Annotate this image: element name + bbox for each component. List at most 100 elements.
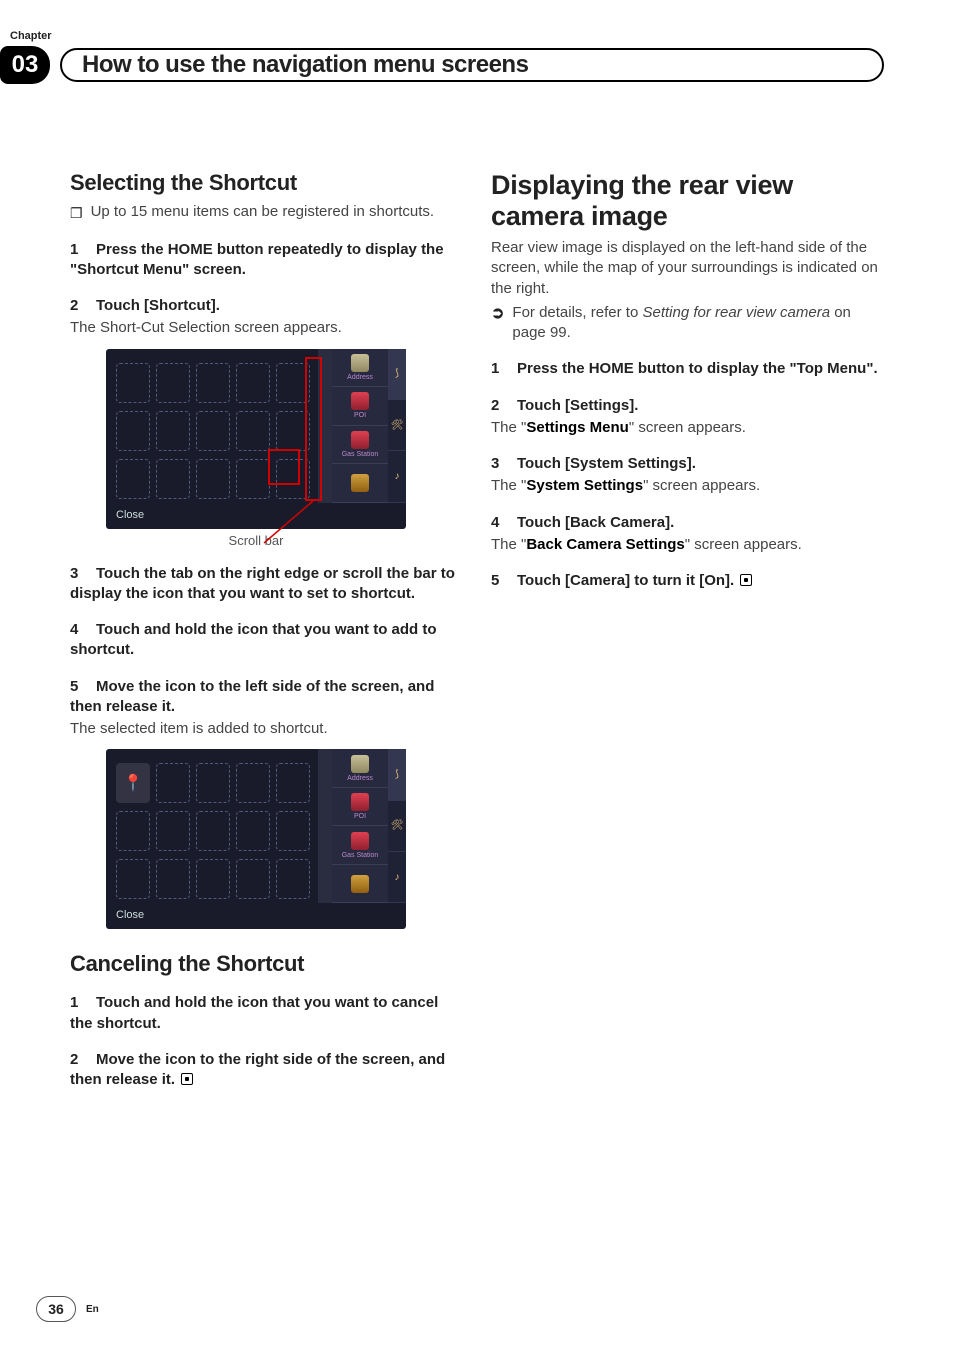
shortcut-slot: [116, 363, 150, 403]
extra-icon: [351, 474, 369, 492]
shortcut-slot: [196, 859, 230, 899]
r-step-3-sub-strong: System Settings: [526, 477, 643, 494]
right-item-list: Address POI Gas Station: [332, 749, 388, 903]
shortcut-grid: 📍: [106, 749, 318, 903]
r-step-3-sub: The "System Settings" screen appears.: [491, 476, 884, 496]
right-item-extra: [332, 865, 388, 904]
shortcut-slot: [236, 811, 270, 851]
details-link: Setting for rear view camera: [642, 304, 830, 321]
right-item-address: Address: [332, 349, 388, 388]
r-step-4-text: Touch [Back Camera].: [517, 514, 674, 531]
r-step-2-number: 2: [491, 396, 517, 416]
header-title: How to use the navigation menu screens: [82, 51, 528, 79]
step-4-number: 4: [70, 620, 96, 640]
shortcut-slot: [156, 459, 190, 499]
gas-station-icon: [351, 431, 369, 449]
step-2-number: 2: [70, 296, 96, 316]
note-text: Up to 15 menu items can be registered in…: [91, 202, 435, 224]
shortcut-slot: [236, 763, 270, 803]
tab-strip: ⟆ 🛠 ♪: [388, 749, 406, 903]
shortcut-slot: [236, 363, 270, 403]
note-bullet-icon: ❐: [70, 204, 83, 224]
right-item-label: Address: [347, 775, 373, 782]
address-icon: [351, 755, 369, 773]
r-step-3: 3Touch [System Settings].: [491, 454, 884, 474]
step-5: 5Move the icon to the left side of the s…: [70, 677, 463, 718]
cancel-step-2: 2Move the icon to the right side of the …: [70, 1050, 463, 1091]
r-step-5: 5Touch [Camera] to turn it [On].: [491, 571, 884, 591]
step-3-text: Touch the tab on the right edge or scrol…: [70, 565, 455, 602]
r-step-2-sub-strong: Settings Menu: [526, 419, 629, 436]
tab-route-icon: ⟆: [388, 749, 406, 800]
right-item-label: Address: [347, 374, 373, 381]
tab-music-icon: ♪: [388, 852, 406, 903]
r-step-2-sub-prefix: The ": [491, 419, 526, 436]
note-shortcut-limit: ❐ Up to 15 menu items can be registered …: [70, 202, 463, 224]
page-number: 36: [36, 1296, 76, 1322]
shortcut-slot: [116, 859, 150, 899]
language-label: En: [86, 1304, 99, 1315]
r-step-4-sub-strong: Back Camera Settings: [526, 536, 684, 553]
tab-strip: ⟆ 🛠 ♪: [388, 349, 406, 503]
section-end-icon: [740, 574, 752, 586]
step-3-number: 3: [70, 564, 96, 584]
step-4-text: Touch and hold the icon that you want to…: [70, 621, 437, 658]
r-step-1-number: 1: [491, 359, 517, 379]
step-5-number: 5: [70, 677, 96, 697]
tab-music-icon: ♪: [388, 451, 406, 502]
right-item-extra: [332, 464, 388, 503]
shortcut-slot: [196, 459, 230, 499]
screenshot-shortcut-added: 📍 Address POI Gas Station ⟆ 🛠 ♪: [106, 749, 406, 929]
right-item-gas-station: Gas Station: [332, 426, 388, 465]
details-prefix: For details, refer to: [512, 304, 642, 321]
shortcut-slot: [116, 459, 150, 499]
r-step-2-text: Touch [Settings].: [517, 397, 638, 414]
section-end-icon: [181, 1073, 193, 1085]
step-3: 3Touch the tab on the right edge or scro…: [70, 564, 463, 605]
r-step-1: 1Press the HOME button to display the "T…: [491, 359, 884, 379]
right-item-label: Gas Station: [342, 852, 379, 859]
left-column: Selecting the Shortcut ❐ Up to 15 menu i…: [70, 170, 463, 1090]
tab-tools-icon: 🛠: [388, 400, 406, 451]
r-step-2-sub-suffix: " screen appears.: [629, 419, 746, 436]
r-step-3-number: 3: [491, 454, 517, 474]
r-step-3-sub-prefix: The ": [491, 477, 526, 494]
right-item-label: POI: [354, 412, 366, 419]
extra-icon: [351, 875, 369, 893]
step-1-number: 1: [70, 240, 96, 260]
right-item-poi: POI: [332, 387, 388, 426]
shortcut-slot-filled: 📍: [116, 763, 150, 803]
page-header: Chapter 03 How to use the navigation men…: [70, 30, 884, 120]
r-step-1-text: Press the HOME button to display the "To…: [517, 360, 878, 377]
right-item-list: Address POI Gas Station: [332, 349, 388, 503]
shortcut-slot: [276, 859, 310, 899]
right-item-label: Gas Station: [342, 451, 379, 458]
right-item-poi: POI: [332, 788, 388, 827]
shortcut-slot: [156, 859, 190, 899]
details-reference: ➲ For details, refer to Setting for rear…: [491, 303, 884, 344]
right-column: Displaying the rear view camera image Re…: [491, 170, 884, 1090]
r-step-3-sub-suffix: " screen appears.: [643, 477, 760, 494]
step-2-text: Touch [Shortcut].: [96, 297, 220, 314]
r-step-4-sub-prefix: The ": [491, 536, 526, 553]
step-2-sub: The Short-Cut Selection screen appears.: [70, 318, 463, 338]
close-button-label: Close: [106, 903, 406, 929]
chapter-number-badge: 03: [0, 46, 50, 84]
shortcut-slot: [196, 411, 230, 451]
cancel-step-2-text: Move the icon to the right side of the s…: [70, 1051, 445, 1088]
r-step-2-sub: The "Settings Menu" screen appears.: [491, 418, 884, 438]
right-item-address: Address: [332, 749, 388, 788]
shortcut-slot: [196, 763, 230, 803]
shortcut-slot: [276, 763, 310, 803]
poi-icon: [351, 392, 369, 410]
rear-view-intro: Rear view image is displayed on the left…: [491, 238, 884, 299]
shortcut-slot: [236, 411, 270, 451]
r-step-2: 2Touch [Settings].: [491, 396, 884, 416]
shortcut-slot: [116, 811, 150, 851]
callout-leader-line: [106, 499, 406, 543]
shortcut-slot: [236, 859, 270, 899]
tab-route-icon: ⟆: [388, 349, 406, 400]
arrow-right-icon: ➲: [491, 303, 504, 344]
step-5-sub: The selected item is added to shortcut.: [70, 719, 463, 739]
r-step-5-number: 5: [491, 571, 517, 591]
